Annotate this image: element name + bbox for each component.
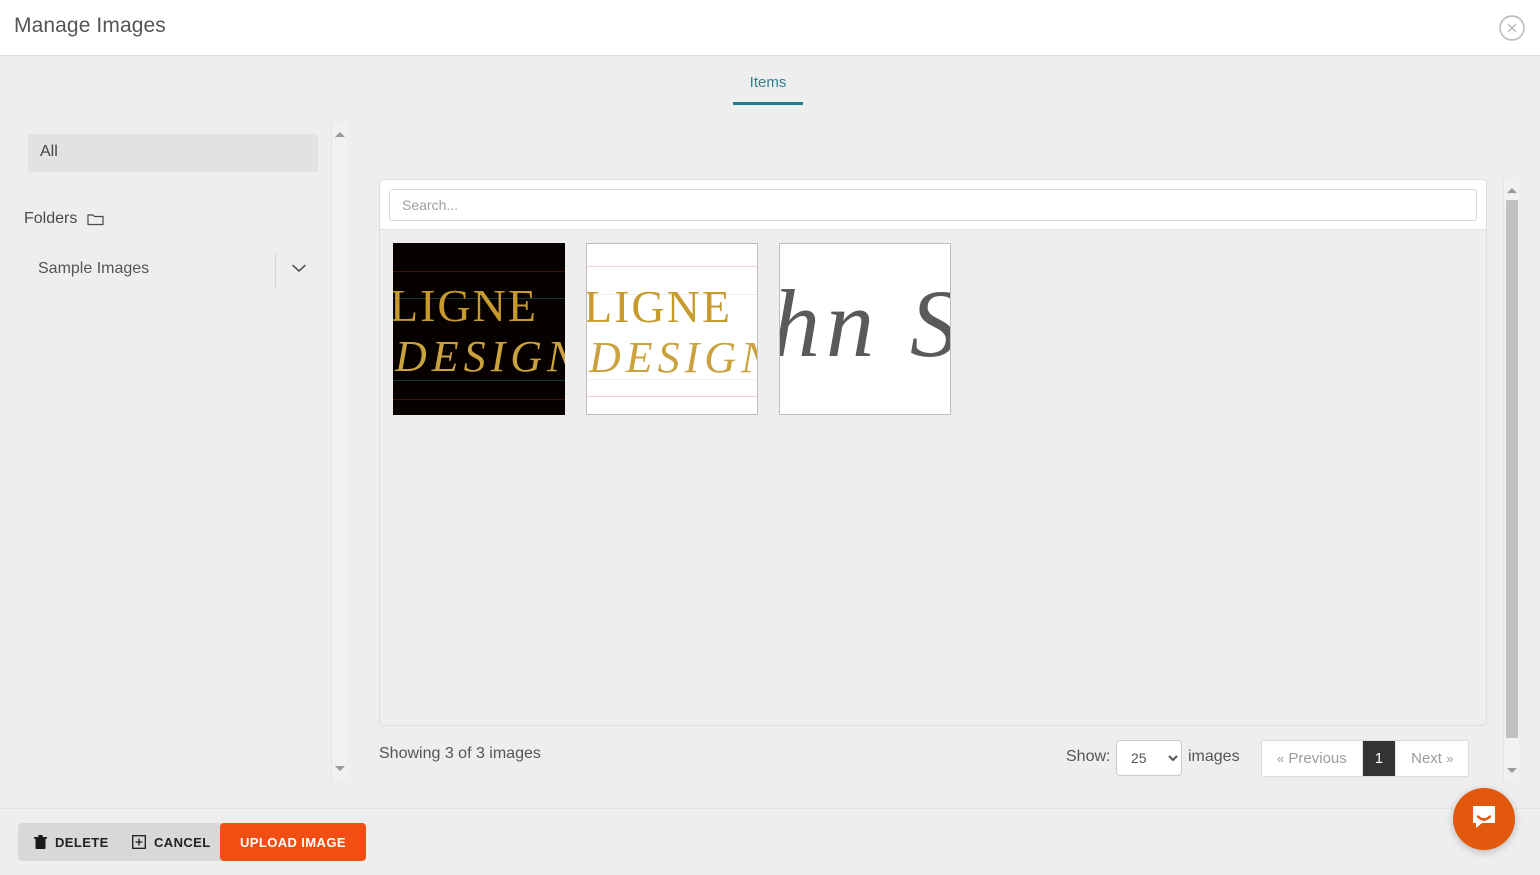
upload-image-button[interactable]: UPLOAD IMAGE	[220, 823, 366, 861]
double-chevron-right-icon: »	[1446, 751, 1453, 766]
triangle-up-icon[interactable]	[332, 126, 348, 142]
chat-bubble-icon	[1469, 802, 1499, 837]
close-circle-icon[interactable]	[1498, 14, 1526, 42]
delete-button[interactable]: DELETE	[18, 823, 125, 861]
search-input[interactable]	[389, 189, 1477, 221]
next-page-button[interactable]: Next »	[1396, 741, 1468, 776]
results-count: Showing 3 of 3 images	[379, 745, 541, 763]
folders-heading: Folders	[24, 210, 104, 228]
pagination: « Previous 1 Next »	[1261, 740, 1469, 777]
thumbnail-artwork: LIGNE DESIGN	[393, 243, 565, 415]
page-title: Manage Images	[14, 14, 166, 38]
upload-image-button-label: UPLOAD IMAGE	[240, 835, 346, 850]
folders-heading-label: Folders	[24, 210, 77, 228]
chat-launcher-button[interactable]	[1453, 788, 1515, 850]
triangle-up-icon[interactable]	[1504, 182, 1520, 198]
folders-sidebar: All Folders Sample Images	[0, 110, 332, 780]
image-thumbnail-grid: LIGNE DESIGN LIGNE DESIGN hn Sm	[380, 231, 1486, 725]
sidebar-item-all[interactable]: All	[28, 134, 318, 172]
chevron-down-icon[interactable]	[290, 262, 308, 274]
scrollbar-thumb[interactable]	[1506, 200, 1518, 738]
sidebar-item-all-label: All	[40, 143, 58, 161]
artwork-line-2: DESIGN	[395, 331, 565, 382]
trash-icon	[34, 835, 47, 850]
tab-items[interactable]: Items	[733, 74, 803, 105]
page-size-select[interactable]: 25	[1116, 740, 1182, 776]
next-page-label: Next	[1411, 750, 1442, 767]
thumbnail-artwork: hn Sm	[780, 244, 950, 414]
double-chevron-left-icon: «	[1277, 751, 1284, 766]
page-size-unit-label: images	[1188, 748, 1240, 766]
sidebar-item-sample-images[interactable]: Sample Images	[24, 250, 318, 292]
triangle-down-icon[interactable]	[1504, 762, 1520, 778]
triangle-down-icon[interactable]	[332, 760, 348, 776]
content-scrollbar[interactable]	[1503, 178, 1519, 782]
image-thumbnail[interactable]: LIGNE DESIGN	[586, 243, 758, 415]
folder-row-divider	[275, 254, 276, 288]
image-thumbnail[interactable]: LIGNE DESIGN	[393, 243, 565, 415]
thumbnail-artwork: LIGNE DESIGN	[587, 244, 757, 414]
folder-icon	[87, 212, 104, 226]
cancel-button[interactable]: CANCEL	[116, 823, 227, 861]
plus-box-icon	[132, 835, 146, 849]
image-gallery-panel: LIGNE DESIGN LIGNE DESIGN hn Sm	[379, 179, 1487, 726]
sidebar-scrollbar[interactable]	[331, 122, 347, 780]
delete-button-label: DELETE	[55, 835, 109, 850]
artwork-line-1: LIGNE	[393, 279, 538, 332]
sidebar-item-label: Sample Images	[38, 260, 149, 278]
page-size-label: Show:	[1066, 748, 1110, 766]
artwork-line-1: LIGNE	[587, 280, 732, 333]
artwork-line-2: DESIGN	[589, 332, 757, 383]
cancel-button-label: CANCEL	[154, 835, 211, 850]
search-zone	[380, 180, 1486, 230]
tab-bar: Items	[0, 56, 1540, 106]
modal-header: Manage Images	[0, 0, 1540, 56]
image-thumbnail[interactable]: hn Sm	[779, 243, 951, 415]
artwork-signature-text: hn Sm	[780, 268, 950, 379]
previous-page-label: Previous	[1288, 750, 1346, 767]
previous-page-button[interactable]: « Previous	[1262, 741, 1363, 776]
page-number-button[interactable]: 1	[1363, 741, 1396, 776]
modal-footer: DELETE CANCEL UPLOAD IMAGE	[0, 808, 1540, 875]
